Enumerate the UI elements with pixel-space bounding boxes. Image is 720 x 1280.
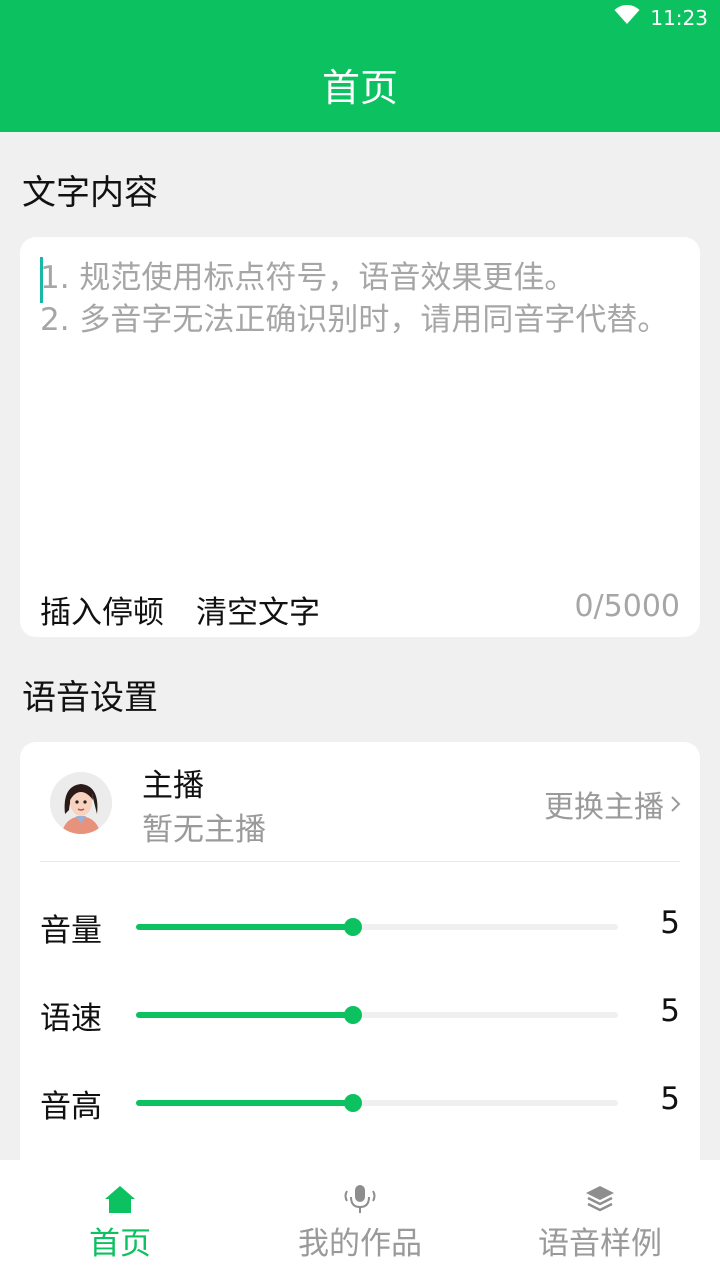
nav-item-home[interactable]: 首页 (0, 1160, 240, 1280)
nav-label-home: 首页 (89, 1226, 151, 1262)
chevron-right-icon (670, 787, 682, 822)
pitch-label: 音高 (40, 1089, 102, 1125)
anchor-row[interactable]: 主播 暂无主播 更换主播 (20, 742, 700, 862)
avatar (50, 772, 112, 834)
text-content-input[interactable] (40, 257, 680, 557)
volume-slider-row: 音量 5 (20, 895, 700, 955)
text-input-card: 插入停顿 清空文字 0/5000 (20, 237, 700, 637)
change-anchor-button[interactable]: 更换主播 (544, 782, 682, 826)
voice-section-title: 语音设置 (22, 678, 158, 718)
microphone-icon (343, 1182, 377, 1216)
speed-slider-row: 语速 5 (20, 983, 700, 1043)
volume-slider-thumb[interactable] (343, 918, 362, 936)
home-icon (103, 1182, 137, 1216)
text-cursor (40, 257, 43, 303)
voice-settings-card: 主播 暂无主播 更换主播 音量 5 语速 5 音高 5 (20, 742, 700, 1202)
text-actions: 插入停顿 清空文字 (40, 587, 320, 632)
text-section-title: 文字内容 (22, 173, 158, 213)
layers-icon (583, 1182, 617, 1216)
volume-slider-fill (136, 924, 353, 930)
insert-pause-button[interactable]: 插入停顿 (40, 587, 164, 632)
speed-value: 5 (660, 993, 680, 1029)
wifi-icon (614, 4, 640, 30)
speed-slider-fill (136, 1012, 353, 1018)
pitch-slider-thumb[interactable] (343, 1094, 362, 1112)
status-indicators: 11:23 (614, 4, 708, 30)
speed-label: 语速 (40, 1001, 102, 1037)
divider (40, 861, 680, 862)
anchor-value: 暂无主播 (142, 812, 266, 848)
volume-slider[interactable] (136, 918, 618, 936)
nav-item-my-works[interactable]: 我的作品 (240, 1160, 480, 1280)
speed-slider-thumb[interactable] (343, 1006, 362, 1024)
bottom-nav: 首页 我的作品 语音样例 (0, 1160, 720, 1280)
volume-label: 音量 (40, 913, 102, 949)
speed-slider[interactable] (136, 1006, 618, 1024)
nav-item-voice-samples[interactable]: 语音样例 (480, 1160, 720, 1280)
clear-text-button[interactable]: 清空文字 (196, 587, 320, 632)
volume-value: 5 (660, 905, 680, 941)
change-anchor-label: 更换主播 (544, 790, 664, 825)
status-bar: 11:23 (0, 0, 720, 36)
page-title: 首页 (321, 65, 398, 110)
pitch-value: 5 (660, 1081, 680, 1117)
pitch-slider-row: 音高 5 (20, 1071, 700, 1131)
app-bar: 首页 (0, 36, 720, 132)
pitch-slider-fill (136, 1100, 353, 1106)
status-time: 11:23 (650, 5, 708, 30)
character-counter: 0/5000 (574, 589, 680, 624)
pitch-slider[interactable] (136, 1094, 618, 1112)
nav-label-voice-samples: 语音样例 (538, 1226, 662, 1262)
anchor-label: 主播 (142, 768, 204, 804)
nav-label-my-works: 我的作品 (298, 1226, 422, 1262)
